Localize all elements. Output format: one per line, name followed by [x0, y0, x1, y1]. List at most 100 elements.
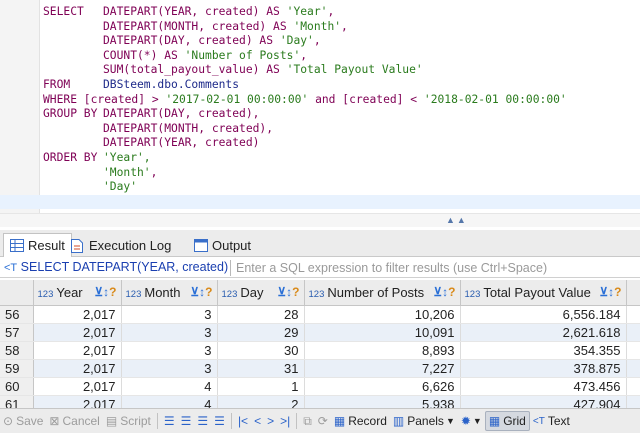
sql-line[interactable]: FROM DBSteem.dbo.Comments	[0, 78, 640, 93]
table-cell[interactable]: 2,017	[33, 323, 122, 342]
column-filter-icon[interactable]: ⊻↕?	[277, 285, 299, 299]
table-cell[interactable]: 31	[217, 359, 305, 378]
sql-editor[interactable]: SELECT DATEPART(YEAR, created) AS 'Year',…	[0, 0, 640, 227]
sql-line[interactable]: DATEPART(YEAR, created)	[0, 136, 640, 151]
text-view-button[interactable]: <T Text	[530, 411, 573, 431]
panels-button[interactable]: ▥ Panels ▼	[390, 411, 458, 431]
table-cell[interactable]: 30	[217, 341, 305, 360]
result-tab-bar: Result Execution Log Output	[0, 230, 640, 257]
grid-view-button[interactable]: ▦ Grid	[484, 411, 530, 431]
table-cell[interactable]: 473.456	[460, 377, 627, 396]
table-cell[interactable]: 2,017	[33, 341, 122, 360]
tab-output[interactable]: Output	[188, 233, 257, 257]
first-page-button[interactable]: |<	[235, 411, 251, 431]
sql-line[interactable]: SELECT DATEPART(YEAR, created) AS 'Year',	[0, 5, 640, 20]
row-number[interactable]: 58	[0, 341, 34, 360]
table-cell[interactable]: 6,556.184	[460, 305, 627, 324]
sql-line[interactable]: 'Month',	[0, 166, 640, 181]
sql-token: ,	[327, 5, 335, 18]
table-cell[interactable]: 354.355	[460, 341, 627, 360]
column-filter-icon[interactable]: ⊻↕?	[599, 285, 621, 299]
sql-line[interactable]: WHERE [created] > '2017-02-01 00:00:00' …	[0, 93, 640, 108]
sql-line[interactable]	[0, 194, 640, 210]
last-page-button[interactable]: >|	[277, 411, 293, 431]
sql-line[interactable]: 'Day'	[0, 180, 640, 195]
table-cell[interactable]: 2,017	[33, 305, 122, 324]
script-button[interactable]: ▤ Script	[103, 411, 154, 431]
table-row[interactable]: 56 2,017 3 28 10,206 6,556.184	[0, 305, 640, 324]
table-cell[interactable]: 28	[217, 305, 305, 324]
table-cell[interactable]: 10,206	[304, 305, 461, 324]
editor-horizontal-scrollbar[interactable]: ▲▲	[0, 213, 640, 227]
sql-line[interactable]: DATEPART(MONTH, created) AS 'Month',	[0, 20, 640, 35]
table-cell[interactable]: 10,091	[304, 323, 461, 342]
filter-divider	[230, 260, 231, 276]
column-filter-icon[interactable]: ⊻↕?	[190, 285, 212, 299]
table-cell[interactable]: 4	[121, 395, 218, 408]
table-cell[interactable]: 3	[121, 305, 218, 324]
table-cell[interactable]: 3	[121, 359, 218, 378]
table-cell[interactable]: 2,621.618	[460, 323, 627, 342]
grid-corner[interactable]	[0, 280, 34, 306]
table-cell[interactable]: 3	[121, 341, 218, 360]
results-grid[interactable]: 123 Year ⊻↕? 123 Month ⊻↕? 123 Day ⊻↕? 123 N…	[0, 280, 640, 408]
table-row[interactable]: 59 2,017 3 31 7,227 378.875	[0, 359, 640, 378]
table-cell[interactable]: 3	[121, 323, 218, 342]
record-button[interactable]: ▦ Record	[331, 411, 390, 431]
filter-bar: <T SELECT DATEPART(YEAR, created) /	[0, 258, 640, 278]
sql-line[interactable]: COUNT(*) AS 'Number of Posts',	[0, 49, 640, 64]
row-filler	[626, 323, 640, 342]
sql-line[interactable]: DATEPART(MONTH, created),	[0, 122, 640, 137]
column-header-month[interactable]: 123 Month ⊻↕?	[121, 280, 218, 306]
refresh-button[interactable]: ⟳	[315, 411, 331, 431]
tab-result[interactable]: Result	[3, 233, 72, 257]
filter-expression-input[interactable]	[236, 259, 636, 277]
column-header-year[interactable]: 123 Year ⊻↕?	[33, 280, 122, 306]
sql-line[interactable]: ORDER BY 'Year',	[0, 151, 640, 166]
table-cell[interactable]: 1	[217, 377, 305, 396]
panel-collapse-arrows-icon[interactable]: ▲▲	[446, 215, 468, 225]
table-cell[interactable]: 427.904	[460, 395, 627, 408]
link-button[interactable]: ⧉	[300, 411, 315, 431]
table-row[interactable]: 61 2,017 4 2 5,938 427.904	[0, 395, 640, 408]
table-cell[interactable]: 2,017	[33, 377, 122, 396]
column-header-total-payout-value[interactable]: 123 Total Payout Value ⊻↕?	[460, 280, 627, 306]
save-button[interactable]: ⊙ Save	[0, 411, 46, 431]
settings-button[interactable]: ✹ ▼	[458, 411, 485, 431]
table-cell[interactable]: 5,938	[304, 395, 461, 408]
table-cell[interactable]: 2	[217, 395, 305, 408]
delete-row-button[interactable]: ☰	[211, 411, 228, 431]
filter-query-label[interactable]: <T SELECT DATEPART(YEAR, created) /	[4, 260, 230, 276]
edit-row-button[interactable]: ☰	[161, 411, 178, 431]
table-row[interactable]: 60 2,017 4 1 6,626 473.456	[0, 377, 640, 396]
row-number[interactable]: 61	[0, 395, 34, 408]
tab-execution-log[interactable]: Execution Log	[65, 233, 177, 257]
column-filter-icon[interactable]: ⊻↕?	[433, 285, 455, 299]
sql-line[interactable]: SUM(total_payout_value) AS 'Total Payout…	[0, 63, 640, 78]
column-filter-icon[interactable]: ⊻↕?	[94, 285, 116, 299]
sql-line[interactable]: DATEPART(DAY, created) AS 'Day',	[0, 34, 640, 49]
sql-code[interactable]: SELECT DATEPART(YEAR, created) AS 'Year',…	[0, 0, 640, 213]
row-number[interactable]: 56	[0, 305, 34, 324]
table-cell[interactable]: 2,017	[33, 395, 122, 408]
column-header-number-of-posts[interactable]: 123 Number of Posts ⊻↕?	[304, 280, 461, 306]
column-header-day[interactable]: 123 Day ⊻↕?	[217, 280, 305, 306]
table-cell[interactable]: 2,017	[33, 359, 122, 378]
next-page-button[interactable]: >	[264, 411, 277, 431]
cancel-button[interactable]: ⊠ Cancel	[46, 411, 102, 431]
row-number[interactable]: 59	[0, 359, 34, 378]
previous-page-button[interactable]: <	[251, 411, 264, 431]
table-cell[interactable]: 7,227	[304, 359, 461, 378]
table-cell[interactable]: 29	[217, 323, 305, 342]
row-number[interactable]: 57	[0, 323, 34, 342]
table-cell[interactable]: 6,626	[304, 377, 461, 396]
sql-line[interactable]: GROUP BY DATEPART(DAY, created),	[0, 107, 640, 122]
add-row-button[interactable]: ☰	[178, 411, 195, 431]
table-cell[interactable]: 4	[121, 377, 218, 396]
copy-row-button[interactable]: ☰	[194, 411, 211, 431]
row-number[interactable]: 60	[0, 377, 34, 396]
table-cell[interactable]: 8,893	[304, 341, 461, 360]
table-row[interactable]: 58 2,017 3 30 8,893 354.355	[0, 341, 640, 360]
table-cell[interactable]: 378.875	[460, 359, 627, 378]
table-row[interactable]: 57 2,017 3 29 10,091 2,621.618	[0, 323, 640, 342]
